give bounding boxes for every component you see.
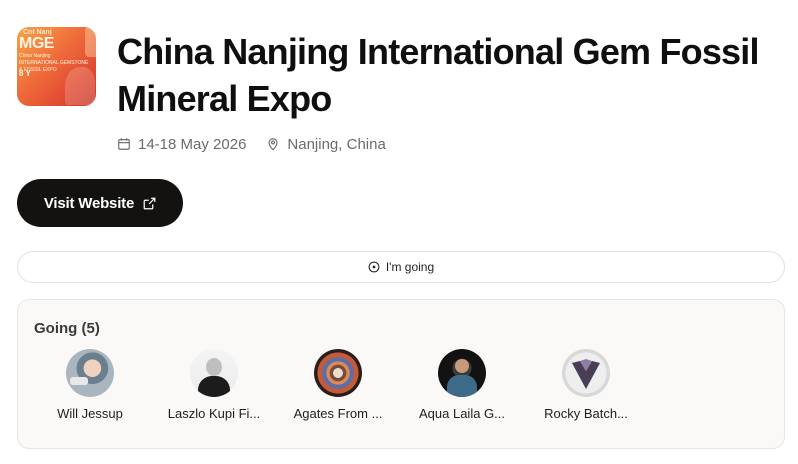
attendee-item[interactable]: Agates From ... xyxy=(283,349,393,421)
map-pin-icon xyxy=(268,138,278,151)
im-going-button[interactable]: I'm going xyxy=(17,251,785,283)
going-card: Going (5) Will Jessup Laszlo Kupi Fi... … xyxy=(17,299,785,449)
visit-website-button[interactable]: Visit Website xyxy=(17,179,183,227)
attendee-item[interactable]: Aqua Laila G... xyxy=(407,349,517,421)
going-title: Going (5) xyxy=(34,320,100,337)
circle-dot-icon xyxy=(368,261,380,273)
attendee-name: Will Jessup xyxy=(57,406,123,421)
crystal-image xyxy=(572,359,600,389)
thumbnail-year-text: 8 Y xyxy=(19,69,31,78)
event-thumbnail: Cnt Nanj MGE China Nanjing INTERNATIONAL… xyxy=(17,27,96,106)
attendee-item[interactable]: Laszlo Kupi Fi... xyxy=(159,349,269,421)
event-date: 14-18 May 2026 xyxy=(138,135,247,153)
attendee-name: Laszlo Kupi Fi... xyxy=(167,406,261,421)
avatar xyxy=(190,349,238,397)
thumbnail-figure xyxy=(65,67,95,105)
avatar xyxy=(66,349,114,397)
visit-website-label: Visit Website xyxy=(43,194,135,212)
event-title: China Nanjing International Gem Fossil M… xyxy=(117,31,759,119)
calendar-icon xyxy=(118,138,130,150)
attendee-name: Aqua Laila G... xyxy=(419,406,505,421)
thumbnail-logo-text: MGE xyxy=(19,35,54,52)
avatar xyxy=(438,349,486,397)
attendee-name: Agates From ... xyxy=(293,406,383,421)
attendee-name: Rocky Batch... xyxy=(544,406,628,421)
attendee-item[interactable]: Rocky Batch... xyxy=(531,349,641,421)
avatar xyxy=(314,349,362,397)
attendee-item[interactable]: Will Jessup xyxy=(35,349,145,421)
event-meta: 14-18 May 2026 Nanjing, China xyxy=(117,134,386,154)
avatar xyxy=(562,349,610,397)
im-going-label: I'm going xyxy=(385,260,435,274)
external-link-icon xyxy=(143,197,156,209)
event-location: Nanjing, China xyxy=(287,135,386,153)
